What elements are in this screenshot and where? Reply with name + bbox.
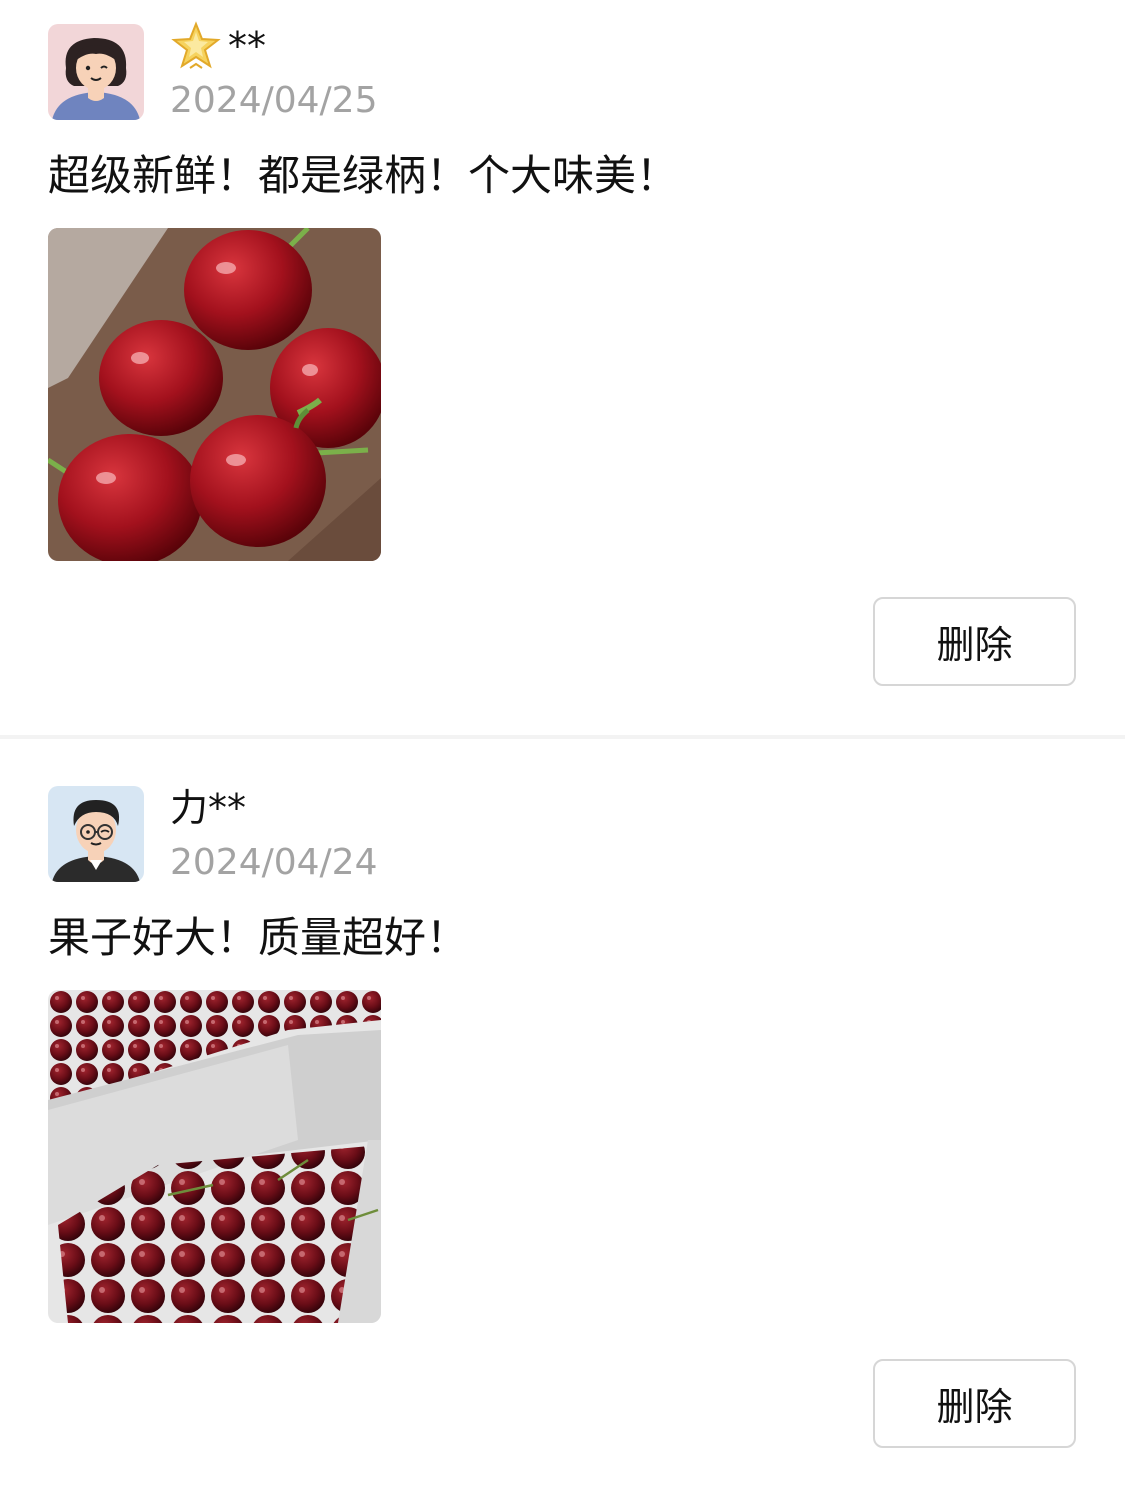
male-avatar-icon[interactable]: [48, 786, 144, 882]
review-text: 果子好大！质量超好！: [48, 913, 469, 962]
star-icon: [171, 21, 221, 69]
review-card: 力** 2024/04/24 果子好大！质量超好！ 删除: [0, 762, 1125, 1492]
review-text: 超级新鲜！都是绿柄！个大味美！: [48, 151, 679, 200]
review-date: 2024/04/24: [170, 842, 378, 883]
username: **: [228, 24, 266, 68]
delete-button[interactable]: 删除: [873, 597, 1076, 686]
review-divider: [0, 735, 1125, 739]
female-avatar-icon[interactable]: [48, 24, 144, 120]
username: 力**: [170, 786, 247, 830]
cherries-box-photo[interactable]: [48, 990, 381, 1323]
review-card: ** 2024/04/25 超级新鲜！都是绿柄！个大味美！ 删除: [0, 0, 1125, 735]
cherries-closeup-photo[interactable]: [48, 228, 381, 561]
delete-button[interactable]: 删除: [873, 1359, 1076, 1448]
review-date: 2024/04/25: [170, 80, 378, 121]
